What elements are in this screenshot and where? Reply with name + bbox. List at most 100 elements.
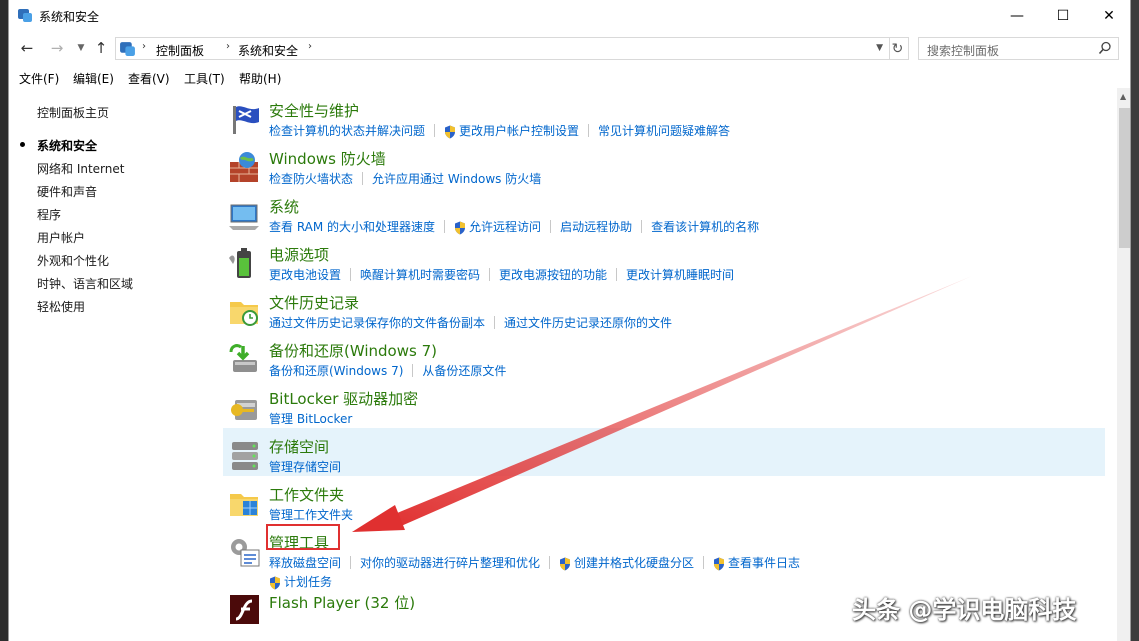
task-link[interactable]: 管理存储空间: [269, 458, 341, 475]
task-link[interactable]: 查看 RAM 的大小和处理器速度: [269, 218, 435, 235]
task-link[interactable]: 更改用户帐户控制设置: [444, 122, 579, 139]
task-link[interactable]: 更改电源按钮的功能: [499, 266, 607, 283]
task-link[interactable]: 通过文件历史记录还原你的文件: [504, 314, 672, 331]
task-link[interactable]: 启动远程协助: [560, 218, 632, 235]
uac-shield-icon: [445, 125, 456, 138]
chevron-right-icon[interactable]: ›: [226, 41, 230, 52]
menu-view[interactable]: 查看(V): [128, 70, 170, 87]
sidebar-item-network[interactable]: 网络和 Internet: [37, 160, 124, 177]
menu-file[interactable]: 文件(F): [19, 70, 59, 87]
menu-help[interactable]: 帮助(H): [239, 70, 281, 87]
link-separator: [494, 316, 496, 329]
task-link[interactable]: 通过文件历史记录保存你的文件备份副本: [269, 314, 485, 331]
task-link-label: 查看事件日志: [728, 556, 801, 570]
forward-button[interactable]: →: [47, 38, 67, 58]
menu-edit[interactable]: 编辑(E): [73, 70, 114, 87]
task-link-label: 释放磁盘空间: [269, 556, 342, 570]
refresh-button[interactable]: ↻: [887, 37, 909, 60]
close-button[interactable]: ✕: [1086, 0, 1130, 31]
link-separator: [550, 220, 552, 233]
breadcrumb-control-panel[interactable]: 控制面板: [156, 42, 204, 59]
task-link[interactable]: 检查防火墙状态: [269, 170, 353, 187]
file-history-icon[interactable]: [227, 294, 261, 328]
link-separator: [444, 220, 446, 233]
task-link[interactable]: 唤醒计算机时需要密码: [360, 266, 480, 283]
task-link[interactable]: 更改计算机睡眠时间: [626, 266, 734, 283]
address-bar[interactable]: › 控制面板 › 系统和安全 › ▼: [115, 37, 890, 60]
uac-shield-icon: [714, 557, 725, 570]
category-title[interactable]: 电源选项: [269, 244, 329, 265]
flash-player-icon[interactable]: [227, 592, 261, 626]
sidebar-item-ease-of-access[interactable]: 轻松使用: [37, 298, 85, 315]
recent-locations-button[interactable]: ▼: [71, 38, 91, 58]
task-link[interactable]: 查看事件日志: [713, 554, 800, 571]
task-link-label: 唤醒计算机时需要密码: [360, 268, 481, 282]
backup-restore-icon[interactable]: [227, 342, 261, 376]
category-task-links: 更改电池设置 唤醒计算机时需要密码 更改电源按钮的功能 更改计算机睡眠时间: [269, 266, 734, 283]
category-title[interactable]: BitLocker 驱动器加密: [269, 388, 418, 409]
work-folders-icon[interactable]: [227, 486, 261, 520]
scrollbar-thumb[interactable]: [1119, 108, 1130, 248]
breadcrumb-system-security[interactable]: 系统和安全: [238, 42, 298, 59]
sidebar-item-clock-region[interactable]: 时钟、语言和区域: [37, 275, 133, 292]
category-title[interactable]: 安全性与维护: [269, 100, 359, 121]
category-backup-restore: 备份和还原(Windows 7) 备份和还原(Windows 7) 从备份还原文件: [223, 332, 1105, 380]
task-link[interactable]: 对你的驱动器进行碎片整理和优化: [360, 554, 540, 571]
category-task-links: 备份和还原(Windows 7) 从备份还原文件: [269, 362, 506, 379]
task-link[interactable]: 管理工作文件夹: [269, 506, 353, 523]
task-link[interactable]: 释放磁盘空间: [269, 554, 341, 571]
back-button[interactable]: ←: [17, 38, 37, 58]
category-task-links: 管理存储空间: [269, 458, 341, 475]
minimize-button[interactable]: —: [994, 0, 1040, 31]
task-link[interactable]: 计划任务: [269, 573, 332, 590]
search-box[interactable]: 搜索控制面板: [918, 37, 1119, 60]
category-title[interactable]: 文件历史记录: [269, 292, 359, 313]
task-link[interactable]: 管理 BitLocker: [269, 410, 352, 427]
task-link[interactable]: 更改电池设置: [269, 266, 341, 283]
task-link[interactable]: 备份和还原(Windows 7): [269, 362, 403, 379]
category-firewall: Windows 防火墙 检查防火墙状态 允许应用通过 Windows 防火墙: [223, 140, 1105, 188]
category-title[interactable]: 存储空间: [269, 436, 329, 457]
category-title[interactable]: Windows 防火墙: [269, 148, 386, 169]
category-title[interactable]: 系统: [269, 196, 299, 217]
task-link[interactable]: 允许应用通过 Windows 防火墙: [372, 170, 541, 187]
address-history-dropdown[interactable]: ▼: [876, 43, 883, 53]
category-task-links: 管理 BitLocker: [269, 410, 352, 427]
task-link-label: 启动远程协助: [560, 220, 633, 234]
task-link[interactable]: 常见计算机问题疑难解答: [598, 122, 730, 139]
task-link[interactable]: 检查计算机的状态并解决问题: [269, 122, 425, 139]
task-link[interactable]: 查看该计算机的名称: [651, 218, 759, 235]
category-title[interactable]: Flash Player (32 位): [269, 592, 415, 613]
bitlocker-key-icon[interactable]: [227, 390, 261, 424]
security-flag-icon[interactable]: [227, 102, 261, 136]
sidebar-item-system-security[interactable]: 系统和安全: [37, 137, 97, 154]
firewall-icon[interactable]: [227, 150, 261, 184]
sidebar-item-appearance[interactable]: 外观和个性化: [37, 252, 109, 269]
category-system-computer: 系统 查看 RAM 的大小和处理器速度 允许远程访问 启动远程协助 查看该计算机的名称: [223, 188, 1105, 236]
menu-bar: 文件(F) 编辑(E) 查看(V) 工具(T) 帮助(H): [9, 66, 1130, 88]
system-computer-icon[interactable]: [227, 198, 261, 232]
sidebar-item-hardware-sound[interactable]: 硬件和声音: [37, 183, 97, 200]
maximize-button[interactable]: ☐: [1040, 0, 1086, 31]
search-placeholder: 搜索控制面板: [927, 44, 1000, 58]
power-battery-icon[interactable]: [227, 246, 261, 280]
category-task-links: 检查防火墙状态 允许应用通过 Windows 防火墙: [269, 170, 541, 187]
admin-tools-icon[interactable]: [227, 534, 261, 568]
up-button[interactable]: ↑: [91, 38, 111, 58]
task-link[interactable]: 创建并格式化硬盘分区: [559, 554, 694, 571]
sidebar-item-user-accounts[interactable]: 用户帐户: [37, 229, 85, 246]
scroll-up-icon[interactable]: ▲: [1120, 92, 1126, 101]
task-link[interactable]: 从备份还原文件: [422, 362, 506, 379]
category-title[interactable]: 工作文件夹: [269, 484, 344, 505]
sidebar-item-programs[interactable]: 程序: [37, 206, 61, 223]
chevron-right-icon[interactable]: ›: [308, 41, 312, 52]
task-link[interactable]: 允许远程访问: [454, 218, 541, 235]
category-storage-spaces: 存储空间 管理存储空间: [223, 428, 1105, 476]
category-task-links: 检查计算机的状态并解决问题 更改用户帐户控制设置 常见计算机问题疑难解答: [269, 122, 730, 139]
menu-tools[interactable]: 工具(T): [184, 70, 225, 87]
storage-spaces-icon[interactable]: [227, 438, 261, 472]
vertical-scrollbar[interactable]: ▲: [1117, 88, 1130, 641]
category-title[interactable]: 备份和还原(Windows 7): [269, 340, 437, 361]
control-panel-home-link[interactable]: 控制面板主页: [37, 104, 109, 121]
title-bar[interactable]: 系统和安全 — ☐ ✕: [9, 0, 1130, 31]
